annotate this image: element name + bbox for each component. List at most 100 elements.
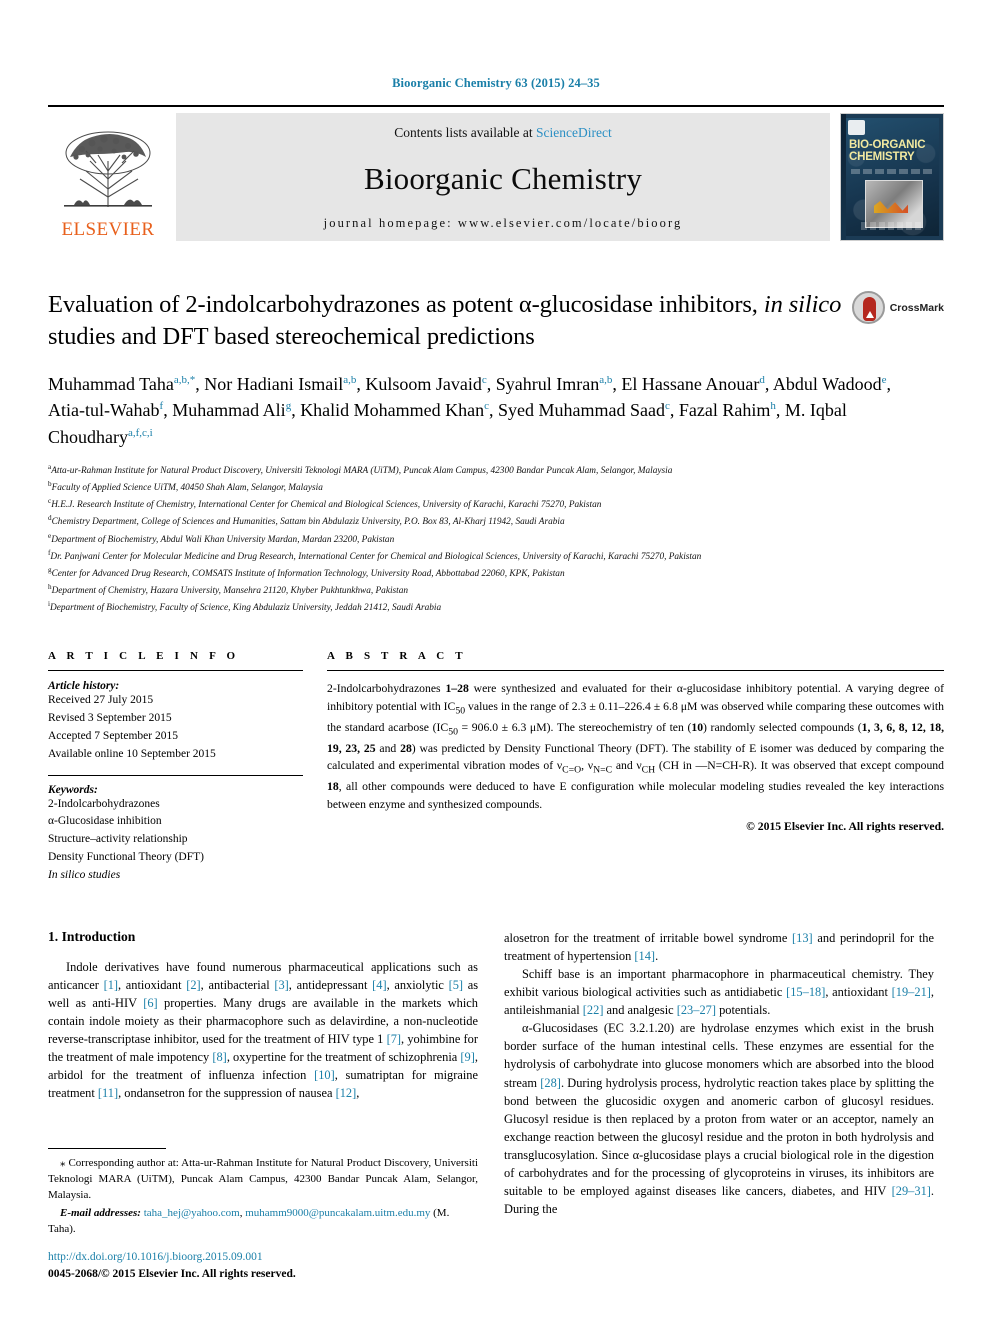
citation-ref[interactable]: [14] bbox=[634, 949, 655, 963]
abs-ic50-sub: 50 bbox=[448, 726, 458, 738]
citation-ref[interactable]: [2] bbox=[186, 978, 200, 992]
history-accepted: Accepted 7 September 2015 bbox=[48, 729, 178, 742]
body-column-right: alosetron for the treatment of irritable… bbox=[504, 929, 934, 1219]
contents-available-line: Contents lists available at ScienceDirec… bbox=[394, 125, 611, 141]
abstract-column: A B S T R A C T 2-Indolcarbohydrazones 1… bbox=[327, 650, 944, 884]
author[interactable]: Syed Muhammad Saadc bbox=[498, 400, 670, 420]
citation-ref[interactable]: [1] bbox=[104, 978, 118, 992]
doi-issn-block: http://dx.doi.org/10.1016/j.bioorg.2015.… bbox=[48, 1249, 518, 1283]
author[interactable]: Khalid Mohammed Khanc bbox=[300, 400, 489, 420]
affiliation-text: Department of Biochemistry, Abdul Wali K… bbox=[51, 534, 395, 545]
doi-link[interactable]: http://dx.doi.org/10.1016/j.bioorg.2015.… bbox=[48, 1249, 518, 1266]
sep: , bbox=[886, 373, 892, 394]
abs-nu-nc: N=C bbox=[593, 764, 613, 776]
text: , antioxidant bbox=[118, 977, 187, 992]
citation-ref[interactable]: [13] bbox=[792, 931, 813, 945]
affiliation-item: fDr. Panjwani Center for Molecular Medic… bbox=[48, 548, 944, 565]
author[interactable]: Muhammad Tahaa,b,* bbox=[48, 374, 195, 394]
abs-compound-18: 18 bbox=[327, 780, 339, 794]
masthead-top-rule bbox=[48, 105, 944, 107]
keyword-item: α-Glucosidase inhibition bbox=[48, 815, 162, 828]
abs-ic50-sub: 50 bbox=[455, 705, 466, 717]
citation-ref[interactable]: [19–21] bbox=[892, 985, 931, 999]
text: , anxiolytic bbox=[386, 977, 449, 992]
abstract-rule bbox=[327, 670, 944, 672]
author[interactable]: Atia-tul-Wahabf bbox=[48, 400, 163, 420]
article-history-label: Article history: bbox=[48, 680, 120, 693]
sep: , bbox=[775, 400, 785, 421]
author-name: Kulsoom Javaid bbox=[365, 373, 482, 394]
paragraph: Schiff base is an important pharmacophor… bbox=[504, 965, 934, 1019]
sep: , bbox=[486, 373, 496, 394]
citation-ref[interactable]: [22] bbox=[583, 1003, 604, 1017]
affiliation-text: Center for Advanced Drug Research, COMSA… bbox=[51, 568, 565, 579]
affiliation-item: cH.E.J. Research Institute of Chemistry,… bbox=[48, 496, 944, 513]
email-link-1[interactable]: taha_hej@yahoo.com bbox=[144, 1207, 240, 1219]
sep: , bbox=[489, 400, 499, 421]
author-affiliation-marks: a,b bbox=[343, 373, 357, 386]
affiliation-text: H.E.J. Research Institute of Chemistry, … bbox=[51, 500, 602, 511]
citation-ref[interactable]: [5] bbox=[449, 978, 463, 992]
crossmark-label: CrossMark bbox=[889, 301, 944, 314]
citation-ref[interactable]: [23–27] bbox=[677, 1003, 716, 1017]
email-link-2[interactable]: muhamm9000@puncakalam.uitm.edu.my bbox=[245, 1207, 430, 1219]
citation-ref[interactable]: [7] bbox=[387, 1032, 401, 1046]
cover-footer-rule bbox=[861, 222, 923, 230]
text: . bbox=[655, 948, 659, 963]
journal-homepage-link[interactable]: journal homepage: www.elsevier.com/locat… bbox=[324, 216, 683, 231]
cover-elsevier-icon bbox=[848, 120, 865, 135]
abs-s5: ) randomly selected compounds ( bbox=[703, 720, 862, 734]
title-part-1: Evaluation of 2-indolcarbohydrazones as … bbox=[48, 291, 764, 318]
author[interactable]: Syahrul Imrana,b bbox=[496, 374, 613, 394]
cover-title-line2: CHEMISTRY bbox=[849, 150, 915, 163]
author[interactable]: Muhammad Alig bbox=[172, 400, 291, 420]
citation-ref[interactable]: [11] bbox=[98, 1086, 118, 1100]
author-name: Atia-tul-Wahab bbox=[48, 400, 160, 421]
affiliation-text: Department of Chemistry, Hazara Universi… bbox=[51, 586, 409, 597]
citation-ref[interactable]: [8] bbox=[212, 1050, 226, 1064]
sep: , bbox=[764, 373, 773, 394]
title-block: Evaluation of 2-indolcarbohydrazones as … bbox=[48, 289, 944, 353]
citation-ref[interactable]: [15–18] bbox=[786, 985, 825, 999]
text: , oxypertine for the treatment of schizo… bbox=[226, 1050, 461, 1065]
abs-s6: and bbox=[375, 741, 401, 755]
author[interactable]: Nor Hadiani Ismaila,b bbox=[204, 374, 356, 394]
author[interactable]: Abdul Wadoode bbox=[773, 374, 887, 394]
affiliation-item: hDepartment of Chemistry, Hazara Univers… bbox=[48, 582, 944, 599]
citation-ref[interactable]: [28] bbox=[540, 1076, 561, 1090]
crossmark-badge-group[interactable]: CrossMark bbox=[851, 291, 944, 324]
title-part-2: studies and DFT based stereochemical pre… bbox=[48, 322, 535, 350]
running-head: Bioorganic Chemistry 63 (2015) 24–35 bbox=[392, 76, 600, 90]
affiliation-item: dChemistry Department, College of Scienc… bbox=[48, 513, 944, 530]
keywords-rule bbox=[48, 774, 303, 776]
citation-ref[interactable]: [10] bbox=[314, 1068, 335, 1082]
affiliation-item: aAtta-ur-Rahman Institute for Natural Pr… bbox=[48, 462, 944, 479]
abstract-body: 2-Indolcarbohydrazones 1–28 were synthes… bbox=[327, 680, 944, 813]
email-label: E-mail addresses: bbox=[60, 1206, 141, 1219]
sep: , bbox=[163, 400, 173, 421]
citation-ref[interactable]: [12] bbox=[336, 1086, 357, 1100]
abs-compound-28: 28 bbox=[400, 741, 412, 755]
paragraph: Indole derivatives have found numerous p… bbox=[48, 958, 478, 1103]
abs-ten: 10 bbox=[691, 720, 704, 734]
article-info-heading: A R T I C L E I N F O bbox=[48, 650, 240, 663]
citation-ref[interactable]: [4] bbox=[372, 978, 386, 992]
citation-ref[interactable]: [6] bbox=[143, 996, 157, 1010]
author[interactable]: Fazal Rahimh bbox=[679, 400, 776, 420]
sciencedirect-link[interactable]: ScienceDirect bbox=[536, 125, 612, 140]
page-title: Evaluation of 2-indolcarbohydrazones as … bbox=[48, 289, 853, 353]
keywords-label: Keywords: bbox=[48, 783, 98, 796]
author[interactable]: El Hassane Anouard bbox=[621, 374, 764, 394]
affiliation-text: Department of Biochemistry, Faculty of S… bbox=[50, 603, 442, 614]
text: , bbox=[356, 1086, 360, 1101]
article-first-page: Bioorganic Chemistry 63 (2015) 24–35 ELS… bbox=[0, 0, 992, 1323]
author[interactable]: Kulsoom Javaidc bbox=[365, 374, 486, 394]
author-name: Nor Hadiani Ismail bbox=[204, 373, 344, 394]
citation-ref[interactable]: [29–31] bbox=[892, 1184, 931, 1198]
citation-ref[interactable]: [9] bbox=[460, 1050, 474, 1064]
cover-molecule-image bbox=[865, 180, 923, 228]
text: . During hydrolysis process, hydrolytic … bbox=[504, 1075, 934, 1199]
author-affiliation-marks: a,b bbox=[599, 373, 613, 386]
footnote-rule bbox=[48, 1148, 166, 1149]
citation-ref[interactable]: [3] bbox=[274, 978, 288, 992]
